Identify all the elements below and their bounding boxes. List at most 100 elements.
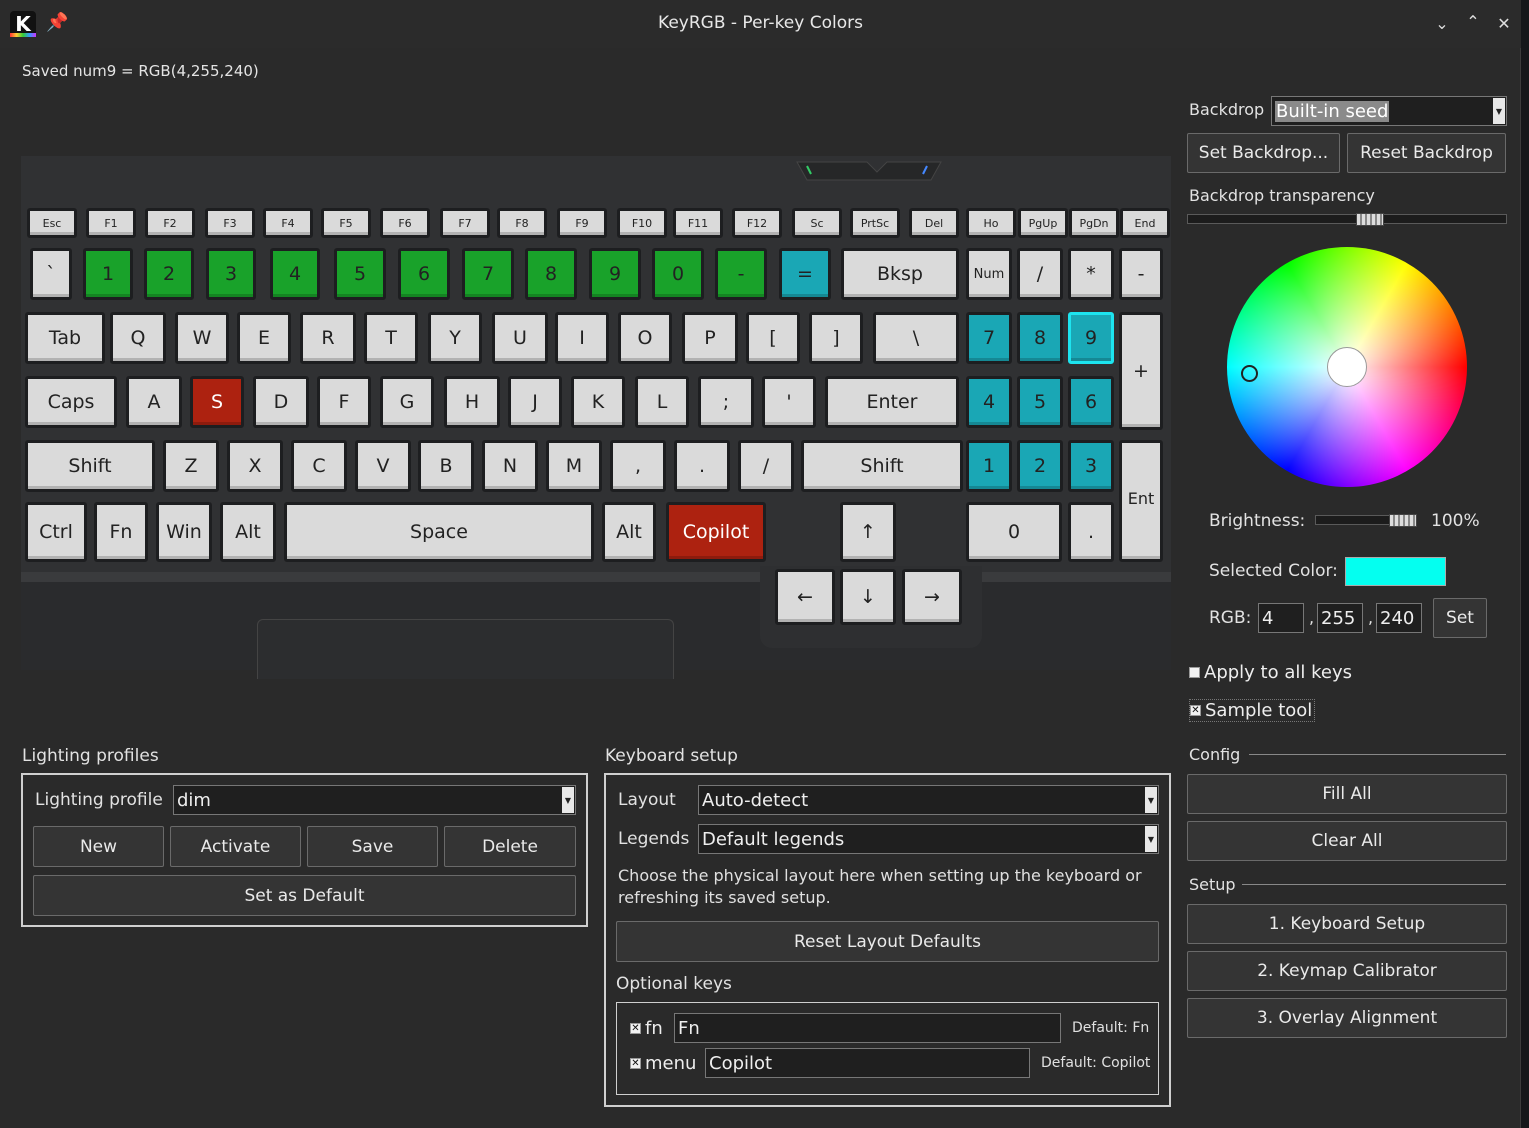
key[interactable]: Enter	[825, 376, 959, 428]
key[interactable]: *	[1068, 248, 1114, 300]
key[interactable]: PgUp	[1018, 208, 1068, 238]
key[interactable]: -	[715, 248, 767, 300]
minimize-icon[interactable]: ⌄	[1430, 14, 1454, 33]
key[interactable]: Ho	[966, 208, 1016, 238]
fn-key-input[interactable]: Fn	[674, 1013, 1061, 1043]
key[interactable]: 7	[966, 312, 1012, 364]
key[interactable]: Tab	[25, 312, 105, 364]
reset-layout-defaults-button[interactable]: Reset Layout Defaults	[616, 921, 1159, 962]
set-default-button[interactable]: Set as Default	[33, 875, 576, 916]
key[interactable]: \	[873, 312, 959, 364]
key[interactable]: =	[779, 248, 831, 300]
key[interactable]: Shift	[801, 440, 963, 492]
key[interactable]: 7	[462, 248, 514, 300]
sample-tool-checkbox[interactable]: ✕ Sample tool	[1189, 699, 1316, 722]
key[interactable]: →	[902, 569, 962, 625]
key[interactable]: 3	[1068, 440, 1114, 492]
activate-profile-button[interactable]: Activate	[170, 826, 301, 867]
key[interactable]: F	[317, 376, 371, 428]
key[interactable]: Sc	[792, 208, 842, 238]
set-backdrop-button[interactable]: Set Backdrop...	[1187, 133, 1340, 173]
key[interactable]: F1	[86, 208, 136, 238]
key[interactable]: A	[126, 376, 182, 428]
key[interactable]: 9	[1068, 312, 1114, 364]
key[interactable]: F7	[440, 208, 490, 238]
key[interactable]: Alt	[602, 502, 656, 562]
key[interactable]: R	[300, 312, 356, 364]
key[interactable]: Y	[428, 312, 482, 364]
key[interactable]: /	[738, 440, 794, 492]
backdrop-transparency-slider[interactable]	[1187, 214, 1507, 224]
key[interactable]: O	[618, 312, 672, 364]
key[interactable]: 3	[206, 248, 256, 300]
brightness-handle[interactable]	[1389, 514, 1417, 527]
key[interactable]: Q	[110, 312, 166, 364]
key[interactable]: T	[364, 312, 418, 364]
backdrop-transparency-handle[interactable]	[1356, 213, 1384, 226]
key[interactable]: .	[674, 440, 730, 492]
key[interactable]: ;	[698, 376, 754, 428]
key[interactable]: M	[546, 440, 602, 492]
set-rgb-button[interactable]: Set	[1433, 598, 1487, 638]
reset-backdrop-button[interactable]: Reset Backdrop	[1347, 133, 1506, 173]
menu-key-input[interactable]: Copilot	[705, 1048, 1030, 1078]
close-icon[interactable]: ✕	[1492, 14, 1516, 33]
key[interactable]: Fn	[94, 502, 148, 562]
key[interactable]: F11	[673, 208, 723, 238]
key[interactable]: ↑	[840, 502, 896, 562]
key[interactable]: End	[1120, 208, 1170, 238]
keyboard-setup-button[interactable]: 1. Keyboard Setup	[1187, 904, 1507, 944]
key[interactable]: F2	[145, 208, 195, 238]
key[interactable]: 1	[966, 440, 1012, 492]
key[interactable]: Caps	[25, 376, 117, 428]
key[interactable]: F6	[380, 208, 430, 238]
key[interactable]: 6	[398, 248, 450, 300]
key[interactable]: F8	[497, 208, 547, 238]
key[interactable]: Space	[284, 502, 594, 562]
key[interactable]: [	[746, 312, 800, 364]
key[interactable]: G	[380, 376, 434, 428]
key[interactable]: 6	[1068, 376, 1114, 428]
key[interactable]: L	[635, 376, 689, 428]
key[interactable]: 1	[83, 248, 133, 300]
key[interactable]: W	[175, 312, 229, 364]
key[interactable]: PgDn	[1069, 208, 1119, 238]
key[interactable]: 5	[334, 248, 386, 300]
key[interactable]: X	[227, 440, 283, 492]
key[interactable]: Num	[966, 248, 1012, 300]
blue-input[interactable]: 240	[1376, 603, 1422, 633]
key[interactable]: V	[355, 440, 411, 492]
key[interactable]: Copilot	[666, 502, 766, 562]
key[interactable]: PrtSc	[850, 208, 900, 238]
key[interactable]: F9	[557, 208, 607, 238]
key[interactable]: .	[1068, 502, 1114, 562]
key[interactable]: I	[555, 312, 609, 364]
key[interactable]: Del	[909, 208, 959, 238]
key[interactable]: 8	[525, 248, 577, 300]
key[interactable]: ←	[775, 569, 835, 625]
key[interactable]: Shift	[25, 440, 155, 492]
key[interactable]: P	[682, 312, 738, 364]
key[interactable]: F12	[732, 208, 782, 238]
key[interactable]: -	[1119, 248, 1163, 300]
lighting-profile-select[interactable]: dim ▼	[173, 785, 576, 815]
key[interactable]: H	[444, 376, 500, 428]
key[interactable]: 0	[966, 502, 1062, 562]
key[interactable]: 0	[652, 248, 704, 300]
maximize-icon[interactable]: ⌃	[1461, 12, 1485, 31]
key[interactable]: ]	[809, 312, 863, 364]
key[interactable]: 2	[1017, 440, 1063, 492]
key[interactable]: 4	[270, 248, 320, 300]
key[interactable]: F3	[205, 208, 255, 238]
key[interactable]: C	[291, 440, 347, 492]
key[interactable]: 9	[589, 248, 641, 300]
key[interactable]: Ctrl	[25, 502, 87, 562]
overlay-alignment-button[interactable]: 3. Overlay Alignment	[1187, 998, 1507, 1038]
key[interactable]: F4	[263, 208, 313, 238]
key[interactable]: 5	[1017, 376, 1063, 428]
key[interactable]: 2	[144, 248, 194, 300]
menu-checkbox[interactable]: ✕ menu	[630, 1053, 696, 1074]
key[interactable]: N	[482, 440, 538, 492]
color-picker-marker[interactable]	[1241, 365, 1258, 382]
fn-checkbox[interactable]: ✕ fn	[630, 1018, 663, 1039]
